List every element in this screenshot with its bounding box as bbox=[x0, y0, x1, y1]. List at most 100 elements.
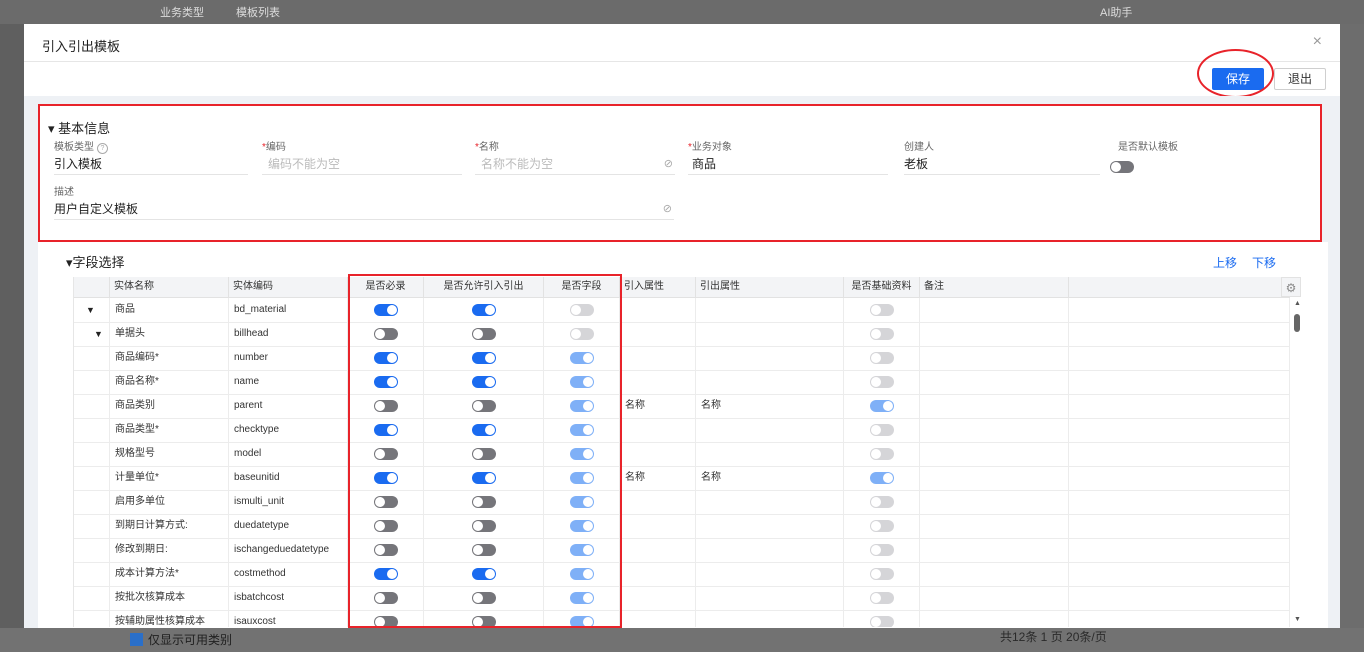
grid-header-cell[interactable]: 备注 bbox=[920, 277, 1069, 297]
export-attr-cell bbox=[696, 418, 844, 442]
name-input[interactable]: 名称不能为空 ⊘ bbox=[475, 154, 675, 175]
table-row[interactable]: 到期日计算方式: duedatetype bbox=[74, 514, 1290, 539]
row-filler-cell bbox=[1069, 538, 1290, 562]
expand-arrow-icon[interactable]: ▼ bbox=[94, 322, 103, 346]
multilang-icon[interactable]: ⊘ bbox=[664, 154, 673, 174]
basic-info-title[interactable]: ▾ 基本信息 bbox=[48, 118, 110, 137]
code-input[interactable]: 编码不能为空 bbox=[262, 154, 462, 175]
scroll-up-arrow-icon[interactable]: ▲ bbox=[1294, 300, 1301, 307]
is-basic-data-cell bbox=[844, 346, 920, 370]
bg-tab-template-list: 模板列表 bbox=[236, 7, 280, 19]
scroll-down-arrow-icon[interactable]: ▼ bbox=[1294, 616, 1301, 623]
is-basic-data-cell bbox=[844, 610, 920, 627]
biz-object-value: 商品 bbox=[688, 154, 888, 175]
is-basic-data-toggle bbox=[870, 496, 894, 508]
is-basic-data-toggle bbox=[870, 544, 894, 556]
save-highlight-ring bbox=[1197, 49, 1274, 98]
table-row[interactable]: 计量单位* baseunitid 名称 名称 bbox=[74, 466, 1290, 491]
entity-name-cell: 计量单位* bbox=[110, 466, 229, 490]
row-filler-cell bbox=[1069, 418, 1290, 442]
creator-label: 创建人 bbox=[904, 142, 934, 153]
is-basic-data-toggle bbox=[870, 616, 894, 627]
import-attr-cell bbox=[620, 418, 696, 442]
entity-name-cell: 规格型号 bbox=[110, 442, 229, 466]
table-row[interactable]: 按批次核算成本 isbatchcost bbox=[74, 586, 1290, 611]
modal-header: 引入引出模板 × bbox=[24, 24, 1340, 62]
table-row[interactable]: ▼ 单据头 billhead bbox=[74, 322, 1290, 347]
description-value: 用户自定义模板 bbox=[54, 202, 139, 216]
modal-title: 引入引出模板 bbox=[42, 39, 121, 54]
creator-field: 创建人 老板 bbox=[904, 142, 1100, 175]
export-attr-cell bbox=[696, 298, 844, 322]
field-grid: 实体名称 实体编码 是否必录 是否允许引入引出 是否字段 引入属性 引出属性 是否基础资料 备注… bbox=[73, 277, 1290, 627]
grid-header-cell[interactable]: 引出属性 bbox=[696, 277, 844, 297]
entity-code-cell: number bbox=[229, 346, 348, 370]
import-attr-cell bbox=[620, 490, 696, 514]
grid-header-cell[interactable]: 实体名称 bbox=[110, 277, 229, 297]
is-basic-data-cell bbox=[844, 442, 920, 466]
remark-cell bbox=[920, 466, 1069, 490]
is-basic-data-toggle bbox=[870, 568, 894, 580]
biz-object-field: *业务对象 商品 bbox=[688, 142, 888, 175]
import-attr-cell bbox=[620, 586, 696, 610]
description-label: 描述 bbox=[54, 187, 74, 198]
is-basic-data-cell bbox=[844, 490, 920, 514]
table-row[interactable]: ▼ 商品 bd_material bbox=[74, 298, 1290, 323]
table-row[interactable]: 按辅助属性核算成本 isauxcost bbox=[74, 610, 1290, 627]
grid-header-cell[interactable]: 是否基础资料 bbox=[844, 277, 920, 297]
row-filler-cell bbox=[1069, 298, 1290, 322]
grid-header-cell[interactable]: 引入属性 bbox=[620, 277, 696, 297]
exit-button[interactable]: 退出 bbox=[1274, 68, 1326, 90]
close-icon[interactable]: × bbox=[1313, 33, 1322, 51]
multilang-icon[interactable]: ⊘ bbox=[663, 199, 672, 219]
export-attr-cell bbox=[696, 346, 844, 370]
entity-name-cell: 修改到期日: bbox=[110, 538, 229, 562]
grid-header: 实体名称 实体编码 是否必录 是否允许引入引出 是否字段 引入属性 引出属性 是否基础资料 备注 bbox=[74, 277, 1290, 298]
move-down-button[interactable]: 下移 bbox=[1252, 254, 1276, 271]
table-row[interactable]: 商品类型* checktype bbox=[74, 418, 1290, 443]
template-modal: 引入引出模板 × 保存 退出 ▾ 基本信息 模板类型? 引入模板 *编码 编码不… bbox=[24, 24, 1340, 628]
help-icon[interactable]: ? bbox=[97, 143, 108, 154]
is-basic-data-cell bbox=[844, 418, 920, 442]
grid-header-cell[interactable]: 实体编码 bbox=[229, 277, 348, 297]
toggle-columns-highlight bbox=[348, 274, 622, 628]
basic-info-section: ▾ 基本信息 模板类型? 引入模板 *编码 编码不能为空 *名称 名称不能为空 ⊘… bbox=[38, 104, 1322, 242]
bg-assistant-label: AI助手 bbox=[1100, 7, 1133, 19]
entity-code-cell: parent bbox=[229, 394, 348, 418]
remark-cell bbox=[920, 586, 1069, 610]
is-basic-data-toggle bbox=[870, 352, 894, 364]
row-filler-cell bbox=[1069, 370, 1290, 394]
entity-code-cell: ischangeduedatetype bbox=[229, 538, 348, 562]
is-basic-data-toggle bbox=[870, 328, 894, 340]
background-right-rail bbox=[1340, 24, 1364, 628]
table-row[interactable]: 启用多单位 ismulti_unit bbox=[74, 490, 1290, 515]
row-expander-cell bbox=[74, 370, 110, 394]
vertical-scrollbar-thumb[interactable] bbox=[1294, 314, 1300, 332]
description-input[interactable]: 用户自定义模板 ⊘ bbox=[54, 199, 674, 220]
remark-cell bbox=[920, 490, 1069, 514]
column-settings-gear-icon[interactable]: ⚙ bbox=[1281, 277, 1301, 297]
is-basic-data-cell bbox=[844, 394, 920, 418]
is-basic-data-cell bbox=[844, 538, 920, 562]
table-row[interactable]: 商品编码* number bbox=[74, 346, 1290, 371]
entity-code-cell: bd_material bbox=[229, 298, 348, 322]
import-attr-cell bbox=[620, 370, 696, 394]
move-up-button[interactable]: 上移 bbox=[1213, 254, 1237, 271]
entity-code-cell: ismulti_unit bbox=[229, 490, 348, 514]
row-expander-cell: ▼ bbox=[74, 322, 110, 346]
creator-value: 老板 bbox=[904, 154, 1100, 175]
import-attr-cell bbox=[620, 442, 696, 466]
table-row[interactable]: 商品类别 parent 名称 名称 bbox=[74, 394, 1290, 419]
name-label: 名称 bbox=[478, 142, 499, 153]
table-row[interactable]: 规格型号 model bbox=[74, 442, 1290, 467]
row-filler-cell bbox=[1069, 586, 1290, 610]
table-row[interactable]: 修改到期日: ischangeduedatetype bbox=[74, 538, 1290, 563]
is-basic-data-toggle bbox=[870, 400, 894, 412]
expand-arrow-icon[interactable]: ▼ bbox=[86, 298, 95, 322]
field-selection-title[interactable]: ▾字段选择 bbox=[66, 252, 125, 271]
default-template-toggle[interactable] bbox=[1110, 161, 1134, 173]
default-template-field: 是否默认模板 bbox=[1118, 142, 1268, 154]
table-row[interactable]: 成本计算方法* costmethod bbox=[74, 562, 1290, 587]
export-attr-cell bbox=[696, 490, 844, 514]
table-row[interactable]: 商品名称* name bbox=[74, 370, 1290, 395]
